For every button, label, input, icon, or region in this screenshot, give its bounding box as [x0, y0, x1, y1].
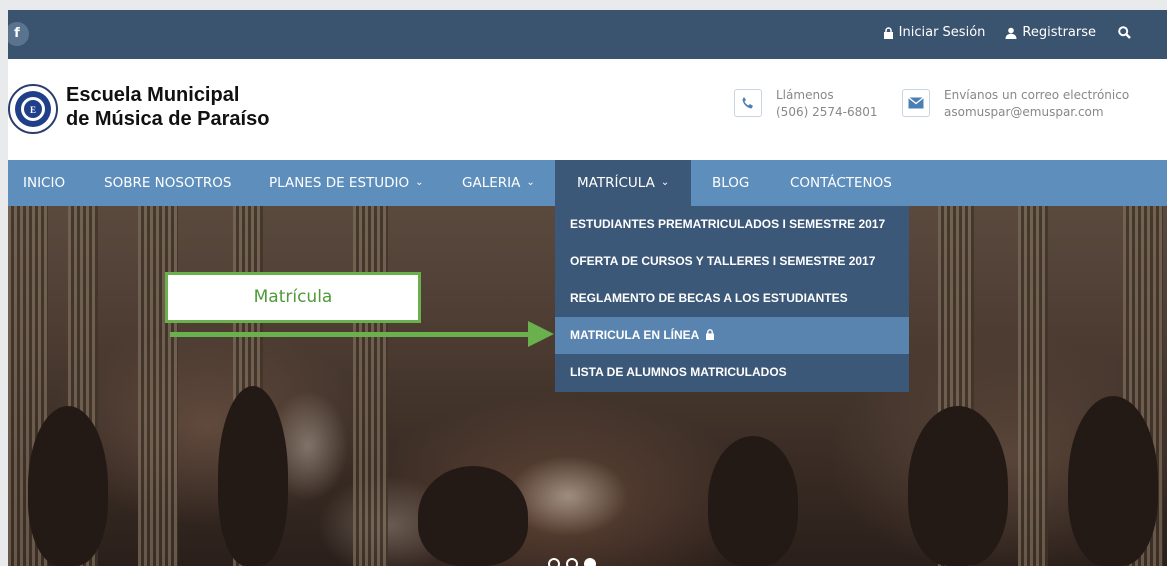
decorative-pillar [138, 206, 178, 566]
envelope-icon [902, 89, 930, 117]
nav-label: MATRÍCULA [577, 175, 655, 191]
nav-item-planes-de-estudio[interactable]: PLANES DE ESTUDIO ⌄ [269, 160, 424, 206]
musician-silhouette [908, 406, 1008, 566]
dropdown-item-label: OFERTA DE CURSOS Y TALLERES I SEMESTRE 2… [570, 254, 876, 268]
browser-viewport: f Iniciar Sesión Registrarse E Escuela M [8, 10, 1167, 566]
nav-label: SOBRE NOSOTROS [104, 175, 232, 191]
phone-label: Llámenos [776, 88, 834, 102]
school-name[interactable]: Escuela Municipal de Música de Paraíso [66, 83, 269, 131]
dropdown-item-matricula-en-linea[interactable]: MATRICULA EN LÍNEA [555, 317, 909, 354]
decorative-pillar [1018, 206, 1048, 566]
school-name-line2: de Música de Paraíso [66, 108, 270, 130]
annotation-arrow-line [170, 332, 532, 337]
phone-icon [734, 89, 762, 117]
dropdown-item-label: REGLAMENTO DE BECAS A LOS ESTUDIANTES [570, 291, 848, 305]
login-label: Iniciar Sesión [898, 25, 986, 40]
nav-label: PLANES DE ESTUDIO [269, 175, 410, 191]
annotation-arrow-head [528, 321, 554, 347]
site-header: E Escuela Municipal de Música de Paraíso… [8, 59, 1167, 160]
chevron-down-icon: ⌄ [415, 177, 424, 188]
chevron-down-icon: ⌄ [526, 177, 535, 188]
facebook-icon[interactable]: f [8, 22, 29, 46]
top-bar: f Iniciar Sesión Registrarse [8, 10, 1167, 59]
lock-icon [883, 26, 893, 39]
account-links: Iniciar Sesión Registrarse [863, 25, 1131, 40]
musician-silhouette [1068, 396, 1158, 566]
nav-label: BLOG [712, 175, 750, 191]
slider-dot-active[interactable] [584, 558, 596, 566]
nav-item-sobre-nosotros[interactable]: SOBRE NOSOTROS [104, 160, 231, 206]
main-nav: INICIO SOBRE NOSOTROS PLANES DE ESTUDIO ⌄… [8, 160, 1167, 206]
dropdown-item-label: MATRICULA EN LÍNEA [570, 328, 699, 342]
chevron-down-icon: ⌄ [660, 177, 670, 188]
register-link[interactable]: Registrarse [1005, 25, 1096, 40]
dropdown-item-lista-alumnos[interactable]: LISTA DE ALUMNOS MATRICULADOS [555, 354, 909, 391]
email-contact: Envíanos un correo electrónico asomuspar… [902, 87, 1129, 121]
search-icon [1118, 26, 1131, 39]
musician-silhouette [218, 386, 288, 566]
search-button[interactable] [1118, 26, 1131, 39]
annotation-callout: Matrícula [165, 272, 421, 323]
nav-item-matricula[interactable]: MATRÍCULA ⌄ [555, 160, 691, 206]
login-link[interactable]: Iniciar Sesión [883, 25, 986, 40]
dropdown-item-oferta-cursos[interactable]: OFERTA DE CURSOS Y TALLERES I SEMESTRE 2… [555, 243, 909, 280]
phone-number[interactable]: (506) 2574-6801 [776, 104, 878, 121]
nav-label: GALERIA [462, 175, 521, 191]
matricula-dropdown-menu: ESTUDIANTES PREMATRICULADOS I SEMESTRE 2… [555, 206, 909, 392]
school-logo[interactable]: E [8, 84, 58, 134]
user-icon [1005, 27, 1017, 39]
decorative-pillar [353, 206, 388, 566]
lock-icon [706, 329, 715, 340]
callout-text: Matrícula [253, 287, 333, 307]
nav-item-inicio[interactable]: INICIO [23, 160, 65, 206]
phone-contact: Llámenos (506) 2574-6801 [734, 87, 878, 121]
nav-item-contactenos[interactable]: CONTÁCTENOS [790, 160, 892, 206]
dropdown-item-prematriculados[interactable]: ESTUDIANTES PREMATRICULADOS I SEMESTRE 2… [555, 206, 909, 243]
email-label: Envíanos un correo electrónico [944, 88, 1130, 102]
slider-dots [548, 558, 596, 566]
slider-dot[interactable] [566, 558, 578, 566]
dropdown-item-label: LISTA DE ALUMNOS MATRICULADOS [570, 365, 787, 379]
register-label: Registrarse [1022, 25, 1096, 40]
dropdown-item-reglamento-becas[interactable]: REGLAMENTO DE BECAS A LOS ESTUDIANTES [555, 280, 909, 317]
email-address[interactable]: asomuspar@emuspar.com [944, 104, 1129, 121]
nav-label: INICIO [23, 175, 66, 191]
nav-item-blog[interactable]: BLOG [712, 160, 749, 206]
dropdown-item-label: ESTUDIANTES PREMATRICULADOS I SEMESTRE 2… [570, 217, 886, 231]
musician-silhouette [708, 436, 798, 566]
slider-dot[interactable] [548, 558, 560, 566]
svg-text:E: E [30, 105, 36, 115]
nav-label: CONTÁCTENOS [790, 175, 892, 191]
musician-silhouette [418, 466, 528, 566]
school-name-line1: Escuela Municipal [66, 84, 240, 106]
musician-silhouette [28, 406, 108, 566]
nav-item-galeria[interactable]: GALERIA ⌄ [462, 160, 535, 206]
